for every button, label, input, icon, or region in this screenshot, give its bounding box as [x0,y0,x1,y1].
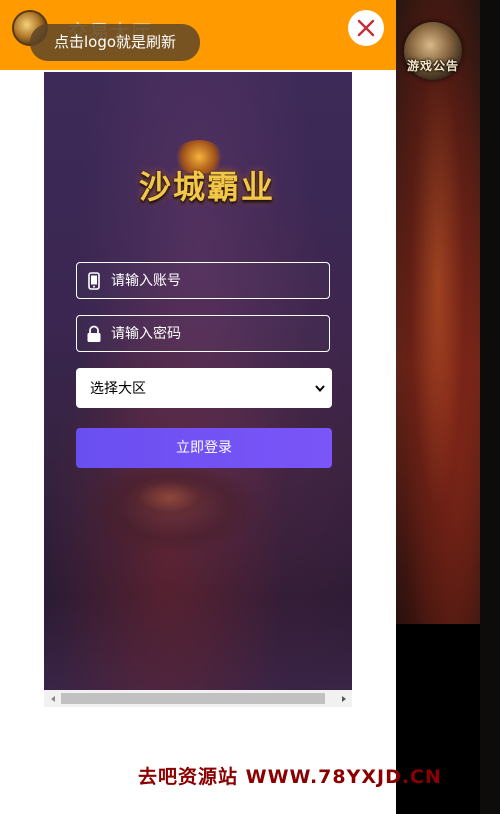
game-login-frame: 沙城霸业 选择大区 [44,72,352,690]
scrollbar-thumb[interactable] [61,693,325,704]
scroll-left-button[interactable] [44,690,61,707]
game-notice-button[interactable]: 游戏公告 [404,22,462,80]
header-bar: 交易大厅 点击logo就是刷新 [0,0,396,70]
refresh-tip: 点击logo就是刷新 [30,24,200,61]
chevron-down-icon [315,385,325,393]
background-pedestal-core [129,477,209,517]
arrow-left-icon [50,695,55,702]
game-notice-label: 游戏公告 [406,59,459,73]
watermark-text: 去吧资源站 WWW.78YXJD.CN [138,766,442,788]
server-select[interactable]: 选择大区 [76,368,332,408]
account-input[interactable] [111,272,329,289]
arrow-right-icon [341,695,346,702]
close-icon [357,19,375,37]
lock-icon [85,325,103,343]
scroll-right-button[interactable] [335,690,352,707]
close-button[interactable] [348,10,384,46]
page: 游戏公告 交易大厅 点击logo就是刷新 沙城霸业 [0,0,500,814]
login-button[interactable]: 立即登录 [76,428,332,468]
game-logo: 沙城霸业 [122,140,292,220]
horizontal-scrollbar[interactable] [44,690,352,707]
server-select-value: 选择大区 [90,381,146,397]
vertical-scrollbar[interactable] [480,0,500,814]
password-input[interactable] [111,325,329,342]
game-logo-text: 沙城霸业 [138,168,275,206]
account-field[interactable] [76,262,330,299]
password-field[interactable] [76,315,330,352]
phone-icon [85,271,103,290]
